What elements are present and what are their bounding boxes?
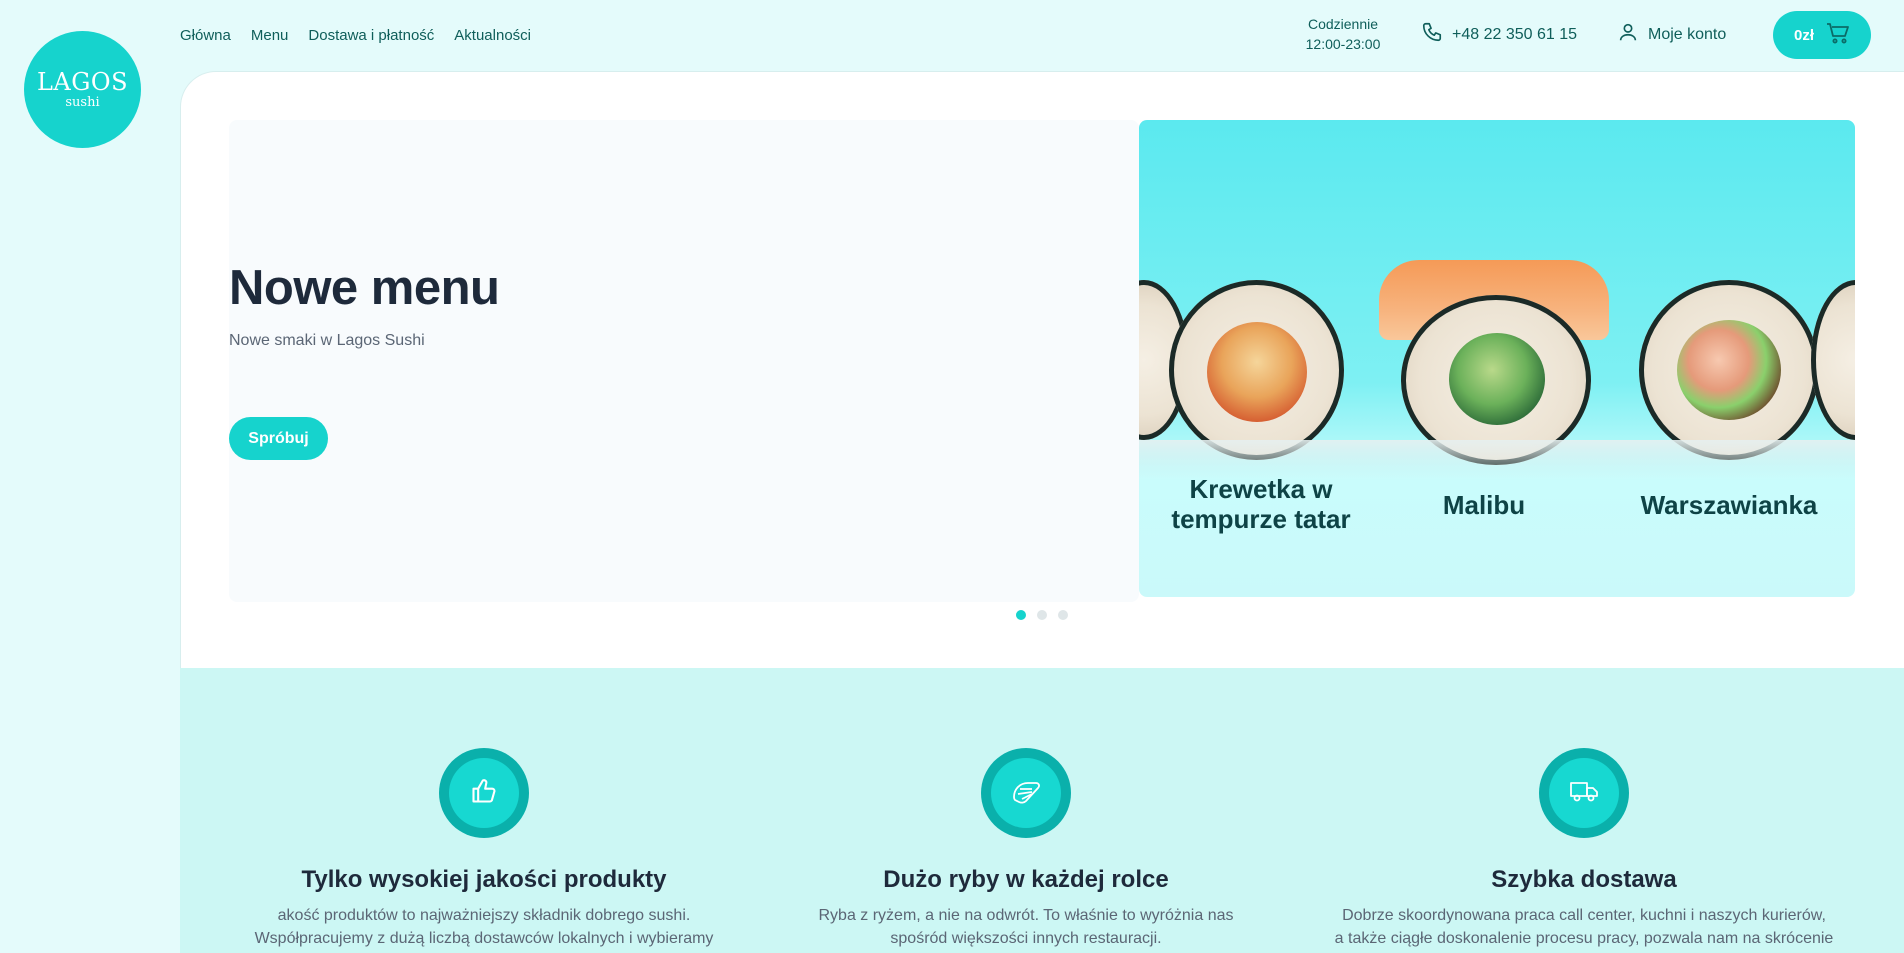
feature-description: Dobrze skoordynowana praca call center, … [1334, 907, 1834, 947]
carousel-dot[interactable] [1037, 610, 1047, 620]
feature-title: Tylko wysokiej jakości produkty [301, 866, 667, 893]
hero-title: Nowe menu [229, 261, 500, 315]
hero-image[interactable]: Krewetka w tempurze tatar Malibu Warszaw… [1139, 120, 1855, 597]
product-name: Krewetka w tempurze tatar [1171, 474, 1351, 534]
hero-banner [229, 120, 1139, 602]
logo[interactable]: LAGOS sushi [24, 31, 141, 148]
cart-button[interactable]: 0zł [1773, 11, 1871, 59]
feature-title: Szybka dostawa [1491, 866, 1677, 893]
account-label: Moje konto [1648, 25, 1727, 43]
hours-value: 12:00-23:00 [1305, 36, 1381, 52]
feature-icon-badge [1539, 748, 1629, 838]
nav-item-news[interactable]: Aktualności [454, 27, 531, 44]
cart-total: 0zł [1793, 26, 1814, 44]
feature-icon-badge [439, 748, 529, 838]
nav-item-home[interactable]: Główna [180, 27, 231, 44]
feature-delivery: Szybka dostawa Dobrze skoordynowana prac… [1304, 748, 1864, 950]
feature-description: Ryba z ryżem, a nie na odwrót. To właśni… [818, 907, 1234, 947]
main-nav: Główna Menu Dostawa i płatność Aktualnoś… [180, 24, 531, 46]
carousel-dot[interactable] [1016, 610, 1026, 620]
try-button[interactable]: Spróbuj [229, 417, 328, 460]
user-icon [1617, 21, 1639, 48]
logo-brand: LAGOS [36, 68, 129, 96]
logo-sub: sushi [65, 95, 100, 110]
hero-subtitle: Nowe smaki w Lagos Sushi [229, 332, 425, 349]
account-link[interactable]: Moje konto [1617, 21, 1726, 48]
sushi-roll-icon [1010, 777, 1042, 810]
feature-fish: Dużo ryby w każdej rolce Ryba z ryżem, a… [746, 748, 1306, 950]
delivery-truck-icon [1569, 778, 1599, 809]
hours-label: Codziennie [1307, 16, 1379, 32]
nav-item-delivery[interactable]: Dostawa i płatność [308, 27, 434, 44]
sushi-roll-image [1811, 280, 1855, 440]
product-name: Malibu [1442, 490, 1526, 520]
cart-icon [1826, 22, 1850, 48]
phone-link[interactable]: +48 22 350 61 15 [1421, 21, 1577, 48]
carousel-dots [1016, 610, 1068, 620]
phone-number: +48 22 350 61 15 [1452, 25, 1578, 43]
product-name: Warszawianka [1640, 490, 1818, 520]
feature-quality: Tylko wysokiej jakości produkty akość pr… [204, 748, 764, 950]
phone-icon [1421, 21, 1443, 48]
sushi-roll-image [1169, 280, 1344, 460]
carousel-dot[interactable] [1058, 610, 1068, 620]
opening-hours: Codziennie 12:00-23:00 [1283, 14, 1403, 54]
feature-title: Dużo ryby w każdej rolce [883, 866, 1169, 893]
feature-description: akość produktów to najważniejszy składni… [254, 907, 714, 947]
feature-icon-badge [981, 748, 1071, 838]
nav-item-menu[interactable]: Menu [251, 27, 289, 44]
sushi-roll-image [1639, 280, 1819, 460]
thumbs-up-icon [470, 777, 498, 810]
